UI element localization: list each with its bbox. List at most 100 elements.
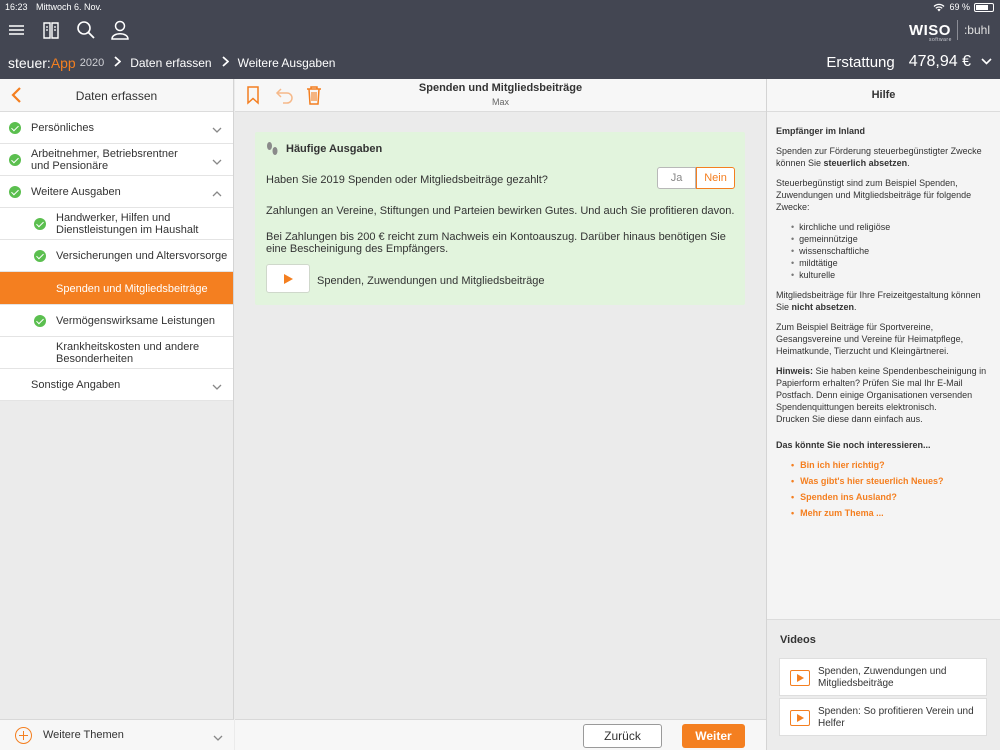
chevron-down-icon	[213, 731, 223, 741]
help-panel: Hilfe Empfänger im Inland Spenden zur Fö…	[766, 79, 1000, 750]
sidebar-item-label: Vermögenswirksame Leistungen	[56, 315, 215, 327]
sidebar-item-krankheitskosten[interactable]: Krankheitskosten und andere Besonderheit…	[0, 337, 233, 369]
help-link[interactable]: Bin ich hier richtig?	[791, 459, 990, 471]
check-icon	[9, 122, 21, 134]
video-item[interactable]: Spenden: So profitieren Verein und Helfe…	[779, 698, 987, 736]
check-icon	[9, 154, 21, 166]
list-item: gemeinnützige	[791, 233, 990, 245]
sidebar-item-label: Spenden und Mitgliedsbeiträge	[56, 283, 208, 295]
sidebar-item-label: Weitere Ausgaben	[31, 186, 121, 198]
main-toolbar: Spenden und Mitgliedsbeiträge Max	[235, 79, 766, 112]
frequent-expenses-card: Häufige Ausgaben Haben Sie 2019 Spenden …	[255, 132, 745, 305]
videos-section: Videos Spenden, Zuwendungen und Mitglied…	[767, 619, 1000, 750]
sidebar-item-spenden[interactable]: Spenden und Mitgliedsbeiträge	[0, 272, 233, 305]
help-paragraph: Steuerbegünstigt sind zum Beispiel Spend…	[776, 178, 972, 212]
main-footer: Zurück Weiter	[235, 719, 766, 750]
battery-percent: 69 %	[949, 2, 970, 12]
list-item: kulturelle	[791, 269, 990, 281]
yes-button[interactable]: Ja	[657, 167, 696, 189]
menu-icon[interactable]	[8, 20, 26, 40]
sidebar-header: Daten erfassen	[0, 79, 233, 112]
search-icon[interactable]	[76, 20, 95, 40]
status-time: 16:23	[5, 2, 28, 12]
wifi-icon	[934, 3, 945, 11]
wiso-logo: WISO software	[908, 21, 952, 43]
sidebar-item-arbeitnehmer[interactable]: Arbeitnehmer, Betriebsrentner und Pensio…	[0, 144, 233, 176]
video-item[interactable]: Spenden, Zuwendungen und Mitgliedsbeiträ…	[779, 658, 987, 696]
breadcrumb-item-daten-erfassen[interactable]: Daten erfassen	[130, 56, 211, 70]
weitere-themen-label: Weitere Themen	[43, 729, 124, 741]
sidebar-item-label: Sonstige Angaben	[31, 379, 121, 391]
status-date: Mittwoch 6. Nov.	[36, 2, 102, 12]
play-video-button[interactable]	[266, 264, 310, 293]
more-heading: Das könnte Sie noch interessieren...	[776, 440, 931, 450]
help-hint-2: Drucken Sie diese dann einfach aus.	[776, 414, 923, 424]
help-link[interactable]: Was gibt's hier steuerlich Neues?	[791, 475, 990, 487]
list-item: wissenschaftliche	[791, 245, 990, 257]
refund-amount: 478,94 €	[908, 53, 971, 70]
chevron-down-icon	[212, 123, 222, 133]
no-button[interactable]: Nein	[696, 167, 735, 189]
help-link[interactable]: Spenden ins Ausland?	[791, 491, 990, 503]
videos-title: Videos	[780, 634, 816, 646]
help-link[interactable]: Mehr zum Thema ...	[791, 507, 990, 519]
battery-icon	[974, 2, 994, 12]
back-button[interactable]: Zurück	[583, 724, 662, 748]
video-label[interactable]: Spenden, Zuwendungen und Mitgliedsbeiträ…	[317, 275, 545, 287]
app-year: 2020	[79, 57, 105, 69]
video-item-label: Spenden: So profitieren Verein und Helfe…	[818, 706, 974, 729]
sidebar-item-weitere-ausgaben[interactable]: Weitere Ausgaben	[0, 176, 233, 208]
buhl-logo: :buhl	[963, 23, 990, 37]
check-icon	[9, 186, 21, 198]
purpose-list: kirchliche und religiöse gemeinnützige w…	[791, 221, 990, 281]
video-item-label: Spenden, Zuwendungen und Mitgliedsbeiträ…	[818, 666, 947, 689]
main-content: Spenden und Mitgliedsbeiträge Max Häufig…	[235, 79, 766, 750]
play-icon	[790, 670, 810, 686]
help-heading: Empfänger im Inland	[776, 126, 866, 136]
chevron-right-icon	[114, 56, 122, 70]
app-logo: steuer:App	[8, 55, 76, 71]
breadcrumb-item-weitere-ausgaben[interactable]: Weitere Ausgaben	[238, 56, 336, 70]
check-icon	[34, 250, 46, 262]
help-hint: Hinweis: Sie haben keine Spendenbeschein…	[776, 366, 987, 412]
sidebar-item-vermoegenswirksame[interactable]: Vermögenswirksame Leistungen	[0, 305, 233, 337]
list-item: mildtätige	[791, 257, 990, 269]
sidebar-item-label: Persönliches	[31, 122, 94, 134]
book-icon[interactable]	[42, 20, 60, 40]
user-icon[interactable]	[110, 20, 129, 40]
status-right: 69 %	[933, 2, 994, 12]
page-subtitle: Max	[491, 97, 509, 107]
chevron-down-icon	[212, 380, 222, 390]
sidebar-item-label: Krankheitskosten und andere Besonderheit…	[56, 341, 200, 365]
sidebar-item-label: Versicherungen und Altersvorsorge	[56, 250, 228, 262]
play-icon	[284, 274, 293, 284]
chevron-right-icon	[222, 56, 229, 70]
question-text: Haben Sie 2019 Spenden oder Mitgliedsbei…	[266, 174, 548, 186]
help-body: Empfänger im Inland Spenden zur Förderun…	[776, 125, 990, 527]
page-title: Spenden und Mitgliedsbeiträge	[418, 82, 583, 94]
help-paragraph: Zum Beispiel Beiträge für Sportvereine, …	[776, 322, 964, 356]
yes-no-toggle: Ja Nein	[657, 167, 735, 189]
chevron-up-icon	[212, 186, 222, 197]
brand-logo: WISO software :buhl	[908, 20, 990, 43]
sidebar: Daten erfassen Persönliches Arbeitnehmer…	[0, 79, 234, 750]
help-title: Hilfe	[767, 79, 1000, 112]
sidebar-item-persoenliches[interactable]: Persönliches	[0, 112, 233, 144]
help-paragraph: Spenden zur Förderung steuerbegünstigter…	[776, 146, 982, 168]
refund-summary[interactable]: Erstattung 478,94 €	[826, 53, 992, 71]
sidebar-title: Daten erfassen	[75, 89, 158, 103]
header-icons	[8, 20, 129, 40]
weitere-themen-button[interactable]: Weitere Themen	[0, 719, 234, 750]
plus-icon	[15, 727, 32, 744]
sidebar-item-label: Handwerker, Hilfen und Dienstleistungen …	[56, 212, 199, 236]
chevron-down-icon	[212, 155, 222, 165]
sidebar-item-label: Arbeitnehmer, Betriebsrentner und Pensio…	[31, 148, 178, 172]
info-text-1: Zahlungen an Vereine, Stiftungen und Par…	[266, 205, 735, 217]
check-icon	[34, 218, 46, 230]
sidebar-item-versicherungen[interactable]: Versicherungen und Altersvorsorge	[0, 240, 233, 272]
sidebar-item-handwerker[interactable]: Handwerker, Hilfen und Dienstleistungen …	[0, 208, 233, 240]
related-links: Bin ich hier richtig? Was gibt's hier st…	[791, 459, 990, 519]
card-title: Häufige Ausgaben	[286, 143, 383, 155]
sidebar-item-sonstige[interactable]: Sonstige Angaben	[0, 369, 233, 401]
next-button[interactable]: Weiter	[682, 724, 745, 748]
